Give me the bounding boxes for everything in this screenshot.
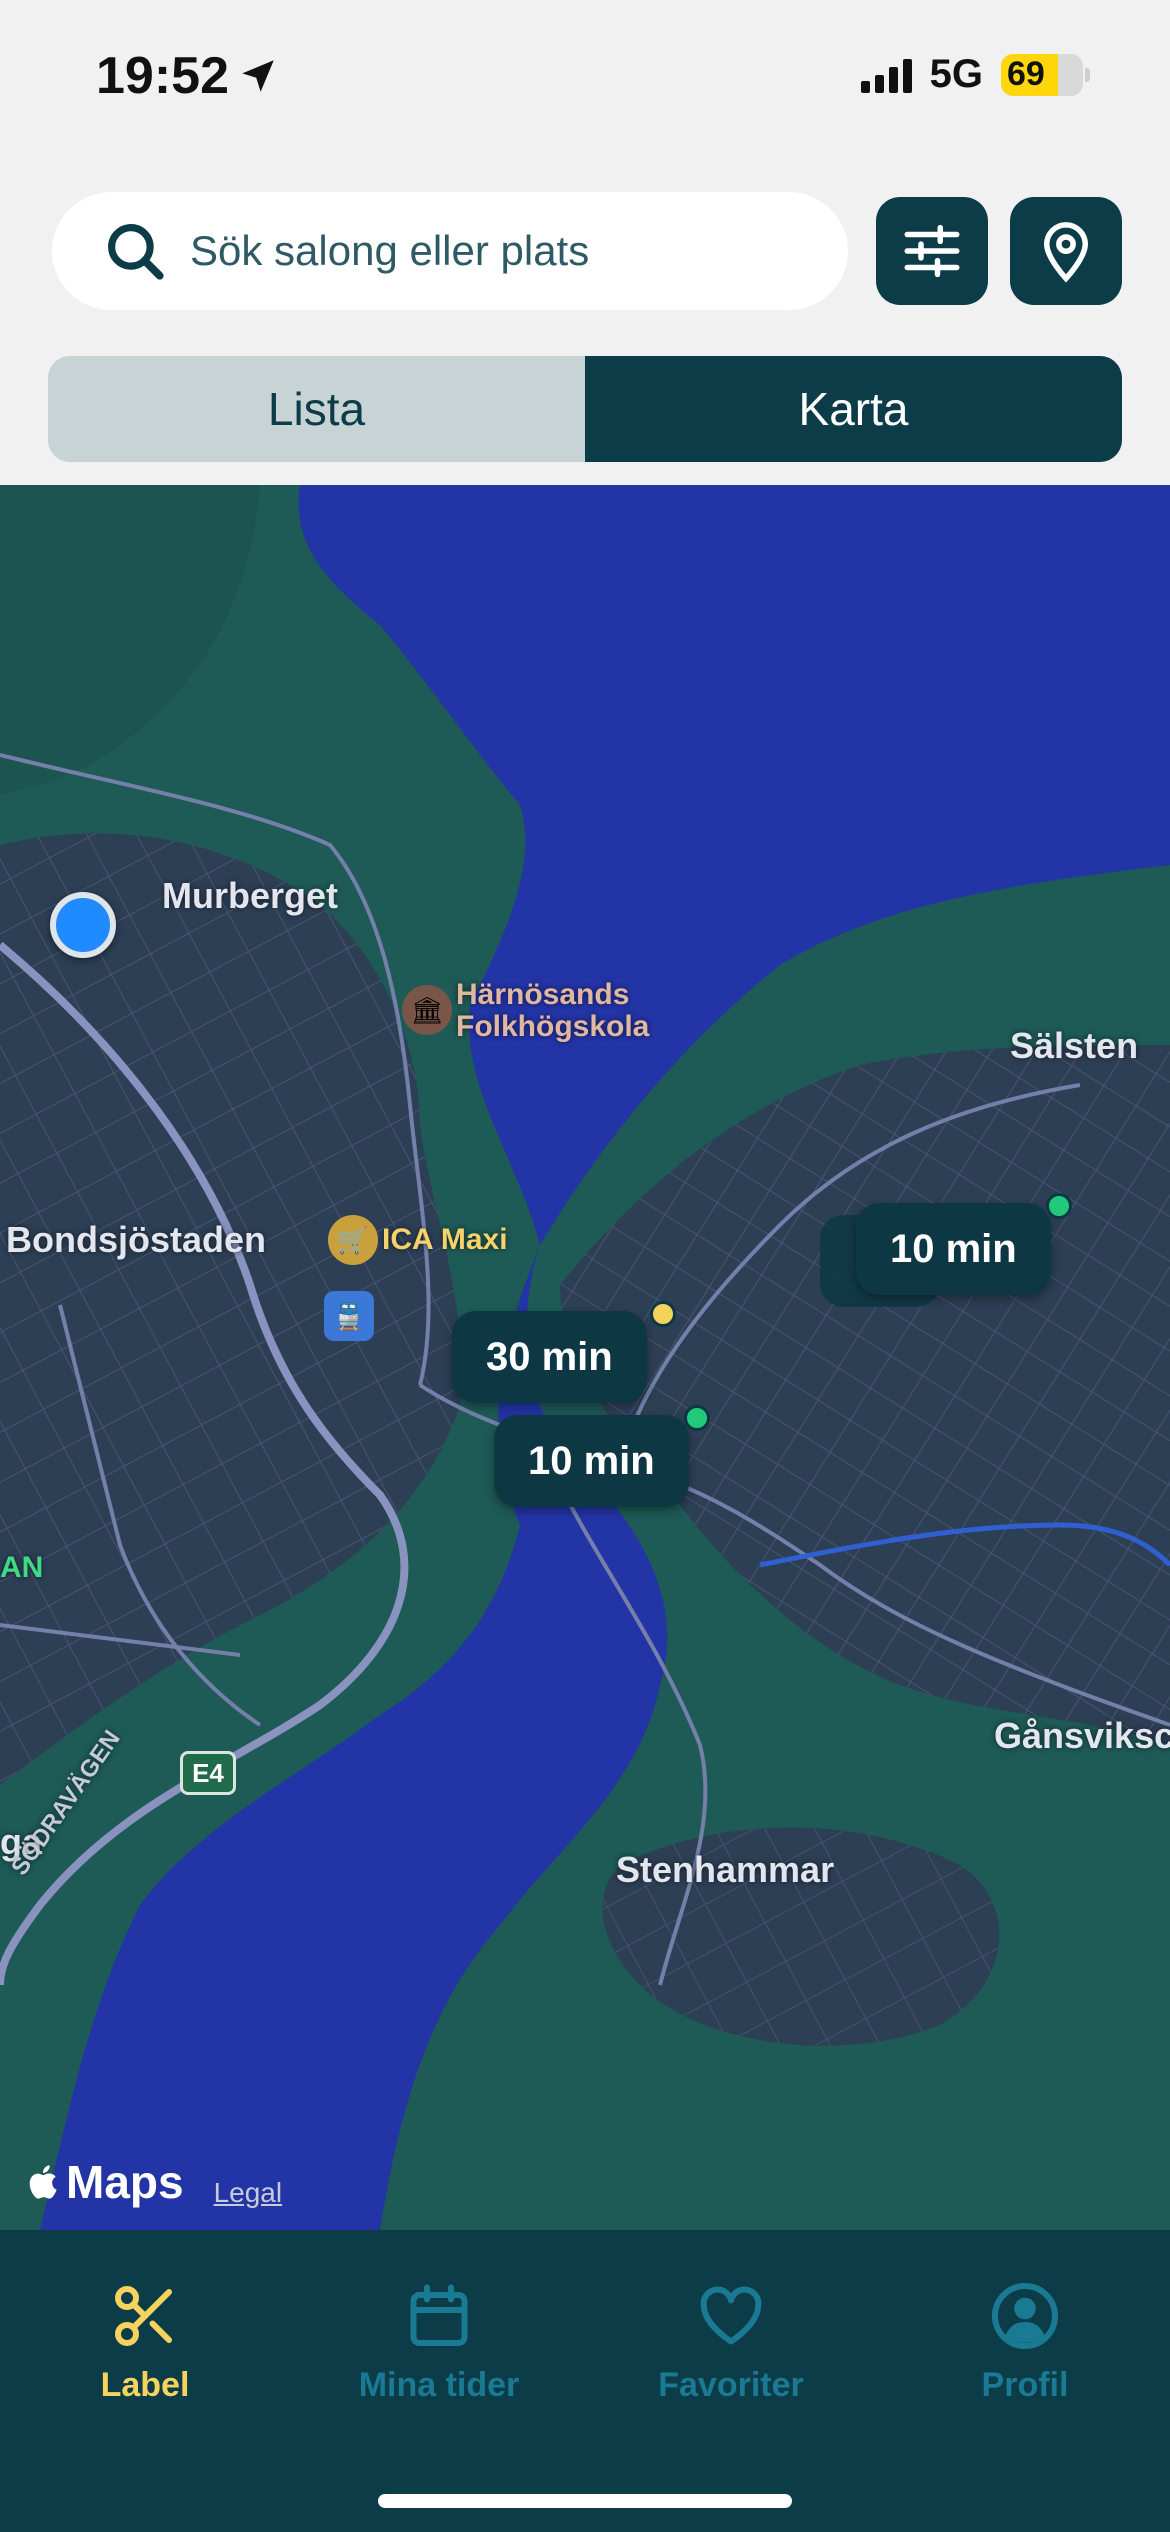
user-location-dot (50, 892, 116, 958)
train-station-icon[interactable]: 🚆 (324, 1291, 374, 1341)
tab-label-text: Label (100, 2366, 190, 2404)
road-e4-label: E4 (192, 1757, 224, 1788)
maps-brand-text: Maps (66, 2156, 184, 2208)
map-label-bondsjostaden: Bondsjöstaden (6, 1219, 267, 1260)
home-indicator (378, 2494, 792, 2508)
scissors-icon (115, 2286, 172, 2346)
location-arrow-icon (242, 60, 274, 92)
heart-icon (700, 2286, 762, 2345)
battery-icon: 69 (1001, 53, 1090, 96)
school-poi-icon[interactable]: 🏛 (402, 985, 452, 1035)
map-view-label: Karta (798, 383, 909, 435)
map-label-gansvik: Gånsviksc (994, 1715, 1170, 1756)
map-label-salsten: Sälsten (1010, 1025, 1139, 1066)
apple-logo-icon (29, 2165, 57, 2199)
network-type: 5G (929, 52, 983, 96)
map-view[interactable]: Murberget 🏛 Härnösands Folkhögskola Säls… (0, 485, 1170, 2230)
bottom-tab-bar: Label Mina tider Favoriter Profil (0, 2230, 1170, 2532)
status-indicators: 5G 69 (860, 52, 1090, 97)
tab-favoriter-text: Favoriter (658, 2366, 804, 2404)
map-label-ica-maxi: ICA Maxi (382, 1223, 508, 1256)
status-time-text: 19:52 (96, 47, 229, 105)
profile-icon (992, 2283, 1058, 2349)
salon-pin-label: 30 min (486, 1334, 613, 1379)
signal-bars-icon (860, 57, 912, 93)
tab-list-view[interactable]: Lista (48, 356, 585, 462)
map-label-harnosands: Härnösands (456, 978, 630, 1011)
location-button[interactable] (1010, 197, 1122, 305)
battery-percentage: 69 (1007, 55, 1045, 93)
salon-pin-status-dot (684, 1405, 710, 1431)
salon-pin[interactable]: 30 min (452, 1311, 647, 1403)
calendar-icon (410, 2284, 468, 2346)
maps-logo: Maps (28, 2155, 184, 2209)
search-bar[interactable] (52, 192, 848, 310)
map-label-folkhogskola: Folkhögskola (456, 1010, 650, 1043)
status-time: 19:52 (96, 46, 279, 106)
tab-mina-tider[interactable]: Mina tider (314, 2280, 564, 2405)
tab-label[interactable]: Label (20, 2280, 270, 2405)
location-pin-icon (1043, 222, 1089, 283)
maps-attribution: Maps Legal (28, 2155, 282, 2209)
tab-favoriter[interactable]: Favoriter (606, 2280, 856, 2405)
tab-mina-tider-text: Mina tider (358, 2366, 520, 2404)
map-label-partial-an: AN (0, 1551, 44, 1584)
tab-map-view[interactable]: Karta (585, 356, 1122, 462)
salon-pin[interactable]: 10 min (494, 1415, 689, 1507)
map-label-stenhammar: Stenhammar (616, 1849, 835, 1890)
list-view-label: Lista (267, 383, 366, 435)
legal-link[interactable]: Legal (214, 2177, 283, 2209)
salon-pin-label: 10 min (528, 1438, 655, 1483)
filter-button[interactable] (876, 197, 988, 305)
search-icon (108, 224, 164, 280)
salon-pin-status-dot (650, 1301, 676, 1327)
salon-pin[interactable]: 10 min (856, 1203, 1051, 1295)
salon-pin-status-dot (1046, 1193, 1072, 1219)
tab-profil[interactable]: Profil (900, 2280, 1150, 2405)
search-input[interactable] (190, 227, 790, 275)
tab-profil-text: Profil (981, 2366, 1069, 2404)
filter-sliders-icon (904, 224, 960, 278)
road-e4-sign: E4 (180, 1751, 236, 1795)
salon-pin-label: 10 min (890, 1226, 1017, 1271)
shopping-cart-icon[interactable]: 🛒 (328, 1215, 378, 1265)
status-bar: 19:52 5G 69 (0, 0, 1170, 150)
view-toggle: Lista Karta (48, 356, 1122, 462)
map-label-murberget: Murberget (162, 875, 339, 916)
